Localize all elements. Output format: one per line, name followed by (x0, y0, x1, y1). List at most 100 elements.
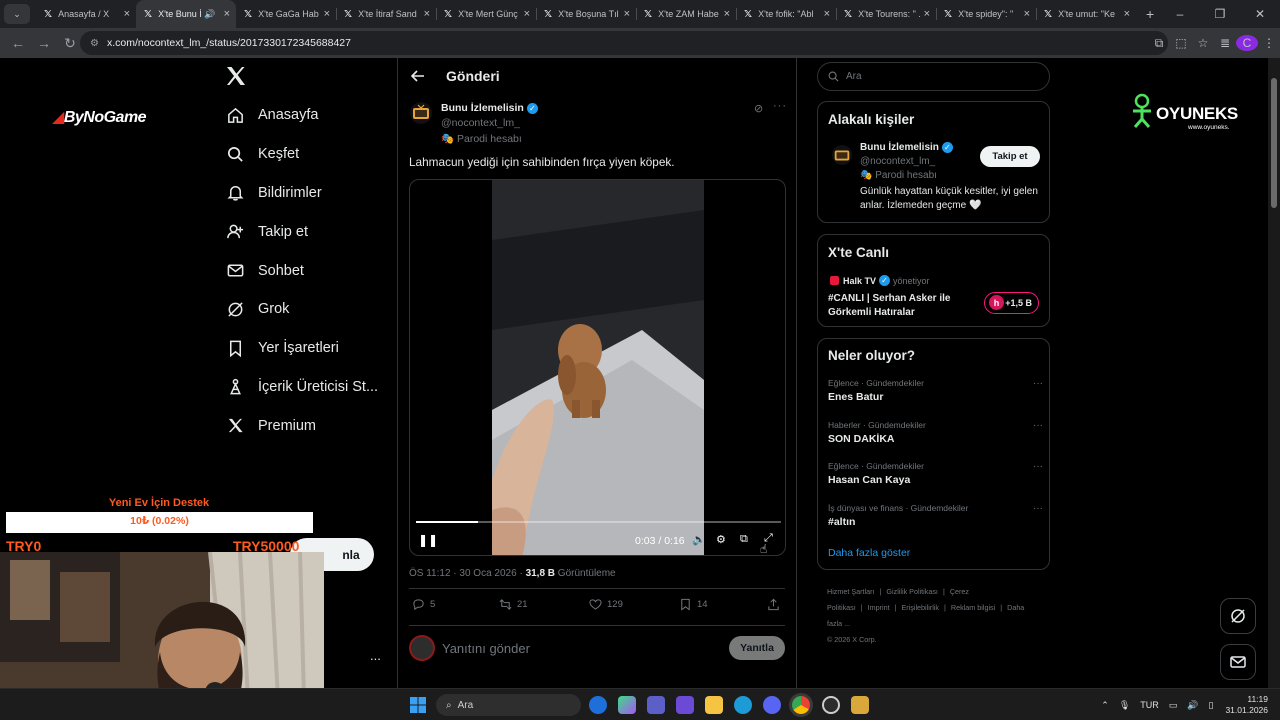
speaker-icon[interactable]: 🔊 (204, 9, 215, 20)
footer-link[interactable]: Imprint (868, 603, 890, 612)
taskbar-search[interactable]: ⌕ Ara (436, 694, 581, 716)
author-name-row[interactable]: Bunu İzlemelisin ✓ (441, 102, 538, 114)
video-progress-track[interactable] (416, 521, 781, 523)
show-more-link[interactable]: Daha fazla göster (828, 547, 910, 559)
nav-item-3[interactable]: Bildirimler (226, 174, 378, 213)
author-avatar[interactable] (410, 102, 432, 124)
live-listeners-badge[interactable]: h +1,5 B (984, 292, 1039, 314)
address-bar[interactable]: ⚙ x.com/nocontext_lm_/status/20173301723… (80, 31, 1168, 55)
trend-item[interactable]: Haberler · Gündemdekiler SON DAKİKA ··· (828, 420, 1043, 445)
nav-item-2[interactable]: Keşfet (226, 135, 378, 174)
nav-item-7[interactable]: Yer İşaretleri (226, 329, 378, 368)
battery-icon[interactable]: ▯ (1209, 700, 1214, 711)
reply-action[interactable]: 5 (412, 598, 435, 611)
footer-link[interactable]: Hizmet Şartları (827, 587, 875, 596)
nav-item-5[interactable]: Sohbet (226, 251, 378, 290)
browser-tab[interactable]: 𝕏 X'te Bunu İ 🔊 × (136, 0, 236, 28)
teams-icon[interactable] (647, 696, 665, 714)
browser-tab[interactable]: 𝕏 X'te umut: "Ke × (1036, 0, 1136, 28)
nav-item-6[interactable]: Grok (226, 290, 378, 329)
footer-link[interactable]: Erişilebilirlik (901, 603, 939, 612)
close-window-button[interactable]: ✕ (1240, 0, 1280, 28)
live-headline[interactable]: #CANLI | Serhan Asker ile Görkemli Hatır… (828, 292, 978, 320)
discord-icon[interactable] (763, 696, 781, 714)
close-tab-icon[interactable]: × (424, 8, 430, 20)
app-icon[interactable] (851, 696, 869, 714)
nav-item-9[interactable]: Premium (226, 406, 378, 445)
trend-item[interactable]: İş dünyası ve finans · Gündemdekiler #alt… (828, 503, 1043, 528)
nav-item-4[interactable]: Takip et (226, 212, 378, 251)
footer-link[interactable]: Gizlilik Politikası (886, 587, 938, 596)
close-tab-icon[interactable]: × (624, 8, 630, 20)
bookmark-star-icon[interactable]: ☆ (1192, 36, 1214, 50)
maximize-button[interactable]: ❐ (1200, 0, 1240, 28)
profile-avatar[interactable]: C (1236, 35, 1258, 51)
user-avatar[interactable] (409, 635, 435, 661)
taskview-icon[interactable] (589, 696, 607, 714)
browser-tab[interactable]: 𝕏 X'te Boşuna Tıl × (536, 0, 636, 28)
bookmark-action[interactable]: 14 (679, 598, 708, 611)
edge-icon[interactable] (734, 696, 752, 714)
pause-icon[interactable]: ❚❚ (418, 533, 438, 547)
close-tab-icon[interactable]: × (1124, 8, 1130, 20)
live-source[interactable]: Halk TV ✓ yönetiyor (830, 275, 930, 286)
close-tab-icon[interactable]: × (324, 8, 330, 20)
copilot-icon[interactable] (618, 696, 636, 714)
input-language[interactable]: TUR (1140, 700, 1159, 710)
chevron-up-icon[interactable]: ⌃ (1101, 700, 1109, 711)
back-arrow-icon[interactable] (410, 68, 426, 84)
tab-search-button[interactable]: ⌄ (4, 4, 30, 24)
browser-tab[interactable]: 𝕏 X'te spidey": " × (936, 0, 1036, 28)
trend-item[interactable]: Eğlence · Gündemdekiler Enes Batur ··· (828, 378, 1043, 403)
obs-icon[interactable] (822, 696, 840, 714)
close-tab-icon[interactable]: × (724, 8, 730, 20)
browser-menu-icon[interactable]: ⋮ (1258, 36, 1280, 50)
close-tab-icon[interactable]: × (1024, 8, 1030, 20)
follow-button[interactable]: Takip et (980, 146, 1040, 167)
microphone-icon[interactable]: 🎙 (1119, 700, 1130, 711)
author-handle[interactable]: @nocontext_lm_ (441, 117, 538, 129)
windows-start-icon[interactable] (410, 697, 426, 713)
browser-tab[interactable]: 𝕏 X'te Tourens: " . × (836, 0, 936, 28)
nav-item-8[interactable]: İçerik Üreticisi St... (226, 368, 378, 407)
back-button[interactable]: ← (6, 35, 30, 51)
clock[interactable]: 11:19 31.01.2026 (1225, 694, 1268, 716)
network-icon[interactable]: ▭ (1169, 700, 1178, 711)
trend-more-icon[interactable]: ··· (1033, 378, 1043, 389)
post-more-icon[interactable]: ··· (773, 100, 787, 112)
extensions-icon[interactable]: ≣ (1214, 36, 1236, 50)
volume-icon[interactable]: 🔊 (1187, 700, 1198, 711)
trend-more-icon[interactable]: ··· (1033, 461, 1043, 472)
post-timestamp[interactable]: ÖS 11:12 · 30 Oca 2026 · (409, 568, 526, 579)
file-explorer-icon[interactable] (705, 696, 723, 714)
browser-tab[interactable]: 𝕏 X'te GaGa Hab × (236, 0, 336, 28)
reply-input[interactable]: Yanıtını gönder (442, 641, 530, 656)
x-logo-icon[interactable] (224, 64, 248, 88)
close-tab-icon[interactable]: × (224, 8, 230, 20)
search-input[interactable]: Ara (817, 62, 1050, 91)
related-name[interactable]: Bunu İzlemelisin (860, 142, 939, 153)
screenshot-icon[interactable]: ⬚ (1170, 36, 1192, 50)
trend-more-icon[interactable]: ··· (1033, 420, 1043, 431)
minimize-button[interactable]: – (1160, 0, 1200, 28)
grok-float-button[interactable] (1220, 598, 1256, 634)
settings-icon[interactable]: ⚙ (716, 533, 726, 546)
new-tab-button[interactable]: + (1146, 6, 1154, 22)
browser-tab[interactable]: 𝕏 X'te ZAM Habe × (636, 0, 736, 28)
reply-button[interactable]: Yanıtla (729, 636, 785, 660)
nav-item-1[interactable]: Anasayfa (226, 96, 378, 135)
share-action[interactable] (767, 598, 785, 611)
repost-action[interactable]: 21 (499, 598, 528, 611)
cast-icon[interactable]: ⧉ (1148, 36, 1170, 51)
related-avatar[interactable] (832, 145, 852, 165)
grok-explain-icon[interactable]: ⊘ (754, 102, 763, 115)
volume-icon[interactable]: 🔈 (692, 533, 706, 546)
account-menu-icon[interactable]: ... (370, 648, 381, 663)
messages-float-button[interactable] (1220, 644, 1256, 680)
browser-tab[interactable]: 𝕏 Anasayfa / X × (36, 0, 136, 28)
chrome-icon[interactable] (792, 696, 810, 714)
browser-tab[interactable]: 𝕏 X'te Mert Günç × (436, 0, 536, 28)
close-tab-icon[interactable]: × (924, 8, 930, 20)
browser-tab[interactable]: 𝕏 X'te fofik: "Abl × (736, 0, 836, 28)
page-scrollbar[interactable] (1268, 58, 1280, 688)
